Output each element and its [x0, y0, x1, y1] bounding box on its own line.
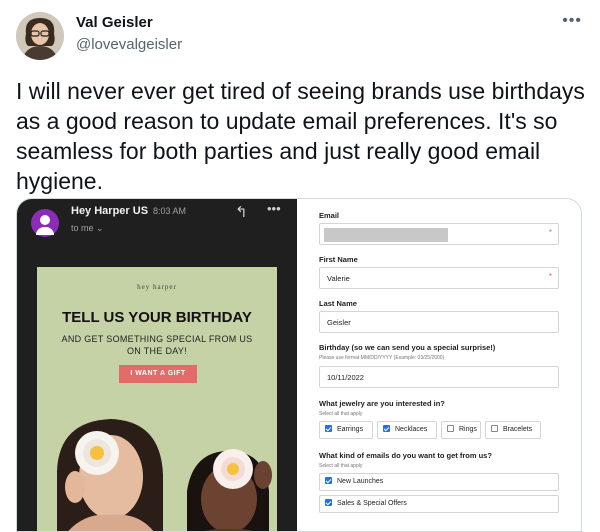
checkbox-empty-icon [447, 425, 454, 432]
birthday-field: 10/11/2022 [319, 366, 559, 388]
reply-icon: ↰ [235, 204, 248, 221]
checkbox-checked-icon [325, 499, 332, 506]
first-name-label: First Name [319, 255, 358, 264]
jewelry-option-bracelets: Bracelets [485, 421, 541, 439]
email-option-new-launches: New Launches [319, 473, 559, 491]
birthday-label: Birthday (so we can send you a special s… [319, 343, 496, 352]
emails-hint: Select all that apply [319, 463, 363, 469]
first-name-field: Valerie * [319, 267, 559, 289]
required-mark: * [548, 272, 552, 281]
email-option-sales-offers: Sales & Special Offers [319, 495, 559, 513]
gift-button: I WANT A GIFT [119, 365, 197, 383]
birthday-value: 10/11/2022 [327, 373, 364, 382]
first-name-value: Valerie [327, 274, 350, 283]
last-name-value: Geisler [327, 318, 351, 327]
author-name[interactable]: Val Geisler [76, 14, 153, 31]
checkbox-empty-icon [491, 425, 498, 432]
option-label: Rings [459, 426, 477, 433]
email-headline: TELL US YOUR BIRTHDAY [62, 309, 252, 326]
jewelry-option-necklaces: Necklaces [377, 421, 437, 439]
email-screenshot: Hey Harper US 8:03 AM to me ⌄ ↰ ••• hey … [17, 199, 297, 531]
checkbox-checked-icon [383, 425, 390, 432]
jewelry-hint: Select all that apply [319, 411, 363, 417]
option-label: Earrings [337, 426, 364, 433]
email-redacted [324, 228, 448, 242]
option-label: Sales & Special Offers [337, 500, 407, 507]
jewelry-label: What jewelry are you interested in? [319, 399, 445, 408]
preferences-form: Email * First Name Valerie * Last Name G… [297, 199, 581, 531]
last-name-field: Geisler [319, 311, 559, 333]
email-recipient: to me ⌄ [71, 223, 104, 233]
email-time: 8:03 AM [153, 206, 187, 216]
more-horizontal-icon[interactable]: ••• [562, 12, 582, 30]
tweet-media[interactable]: Hey Harper US 8:03 AM to me ⌄ ↰ ••• hey … [16, 198, 582, 532]
email-subline: AND GET SOMETHING SPECIAL FROM US ON THE… [61, 334, 253, 356]
jewelry-option-earrings: Earrings [319, 421, 373, 439]
author-avatar[interactable] [16, 12, 64, 60]
email-field: * [319, 223, 559, 245]
tweet-text: I will never ever get tired of seeing br… [16, 78, 585, 194]
option-label: Necklaces [395, 426, 428, 433]
option-label: New Launches [337, 478, 384, 485]
email-card: hey harper TELL US YOUR BIRTHDAY AND GET… [37, 267, 277, 531]
email-more-icon: ••• [267, 201, 281, 216]
last-name-label: Last Name [319, 299, 357, 308]
models-photo [37, 391, 277, 531]
jewelry-option-rings: Rings [441, 421, 481, 439]
birthday-hint: Please use format MM/DD/YYYY (Example: 0… [319, 355, 445, 361]
checkbox-checked-icon [325, 425, 332, 432]
author-handle[interactable]: @lovevalgeisler [76, 36, 182, 53]
required-mark: * [548, 228, 552, 237]
emails-label: What kind of emails do you want to get f… [319, 451, 492, 460]
option-label: Bracelets [503, 426, 533, 433]
email-brand: hey harper [137, 283, 177, 291]
checkbox-checked-icon [325, 477, 332, 484]
sender-avatar-icon [31, 209, 59, 237]
email-sender: Hey Harper US [71, 205, 149, 217]
email-label: Email [319, 211, 340, 220]
avatar-photo [16, 12, 64, 60]
